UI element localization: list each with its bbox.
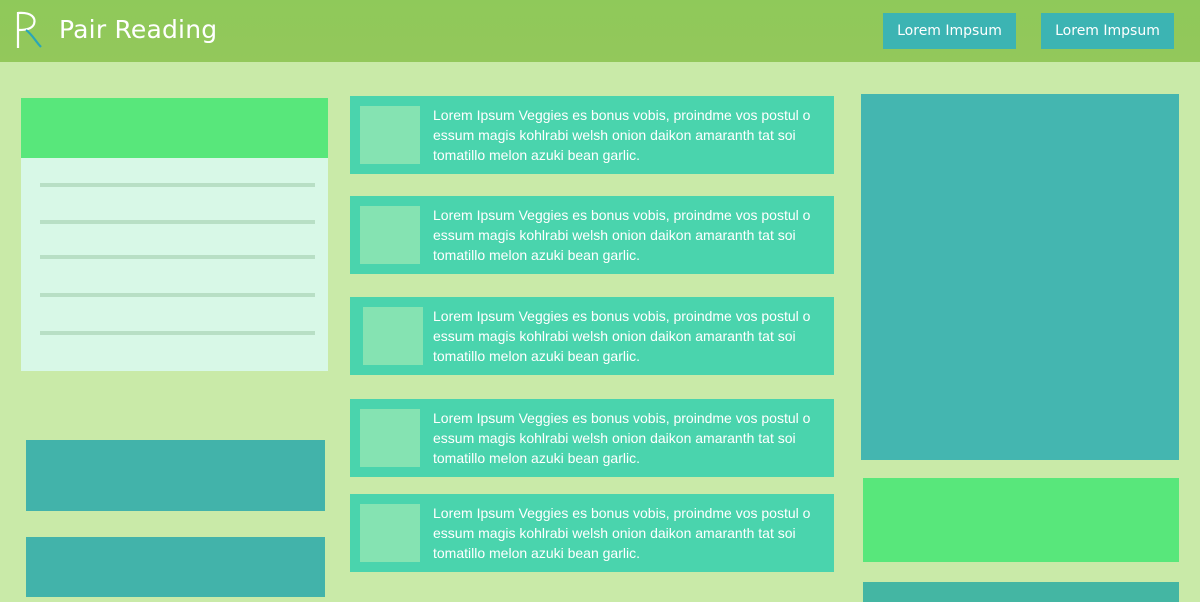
nav-button-2[interactable]: Lorem Impsum xyxy=(1041,13,1174,49)
feed-item-text: Lorem Ipsum Veggies es bonus vobis, proi… xyxy=(433,308,811,364)
left-content-block[interactable] xyxy=(26,537,325,597)
nav-button-1[interactable]: Lorem Impsum xyxy=(883,13,1016,49)
feed-item-text: Lorem Ipsum Veggies es bonus vobis, proi… xyxy=(433,505,811,561)
left-content-block[interactable] xyxy=(26,440,325,511)
text-placeholder-line xyxy=(40,220,315,224)
feed-item-text: Lorem Ipsum Veggies es bonus vobis, proi… xyxy=(433,207,811,263)
thumbnail-image xyxy=(363,307,423,365)
feed-item[interactable]: Lorem Ipsum Veggies es bonus vobis, proi… xyxy=(350,494,834,572)
text-placeholder-line xyxy=(40,255,315,259)
thumbnail-image xyxy=(360,106,420,164)
text-placeholder-line xyxy=(40,293,315,297)
text-placeholder-line xyxy=(40,183,315,187)
app-title: Pair Reading xyxy=(59,15,218,44)
feed-item-text: Lorem Ipsum Veggies es bonus vobis, proi… xyxy=(433,410,811,466)
thumbnail-image xyxy=(360,206,420,264)
r-logo-icon[interactable] xyxy=(14,10,46,50)
feed-item-text: Lorem Ipsum Veggies es bonus vobis, proi… xyxy=(433,107,811,163)
right-media-panel[interactable] xyxy=(861,94,1179,460)
thumbnail-image xyxy=(360,409,420,467)
card-header xyxy=(21,98,328,158)
feed-item[interactable]: Lorem Ipsum Veggies es bonus vobis, proi… xyxy=(350,196,834,274)
info-card xyxy=(21,98,328,371)
header-bar: Pair Reading Lorem Impsum Lorem Impsum xyxy=(0,0,1200,62)
text-placeholder-line xyxy=(40,331,315,335)
feed-item[interactable]: Lorem Ipsum Veggies es bonus vobis, proi… xyxy=(350,96,834,174)
feed-item[interactable]: Lorem Ipsum Veggies es bonus vobis, proi… xyxy=(350,297,834,375)
right-accent-block[interactable] xyxy=(863,478,1179,562)
thumbnail-image xyxy=(360,504,420,562)
feed-item[interactable]: Lorem Ipsum Veggies es bonus vobis, proi… xyxy=(350,399,834,477)
right-bottom-block[interactable] xyxy=(863,582,1179,602)
